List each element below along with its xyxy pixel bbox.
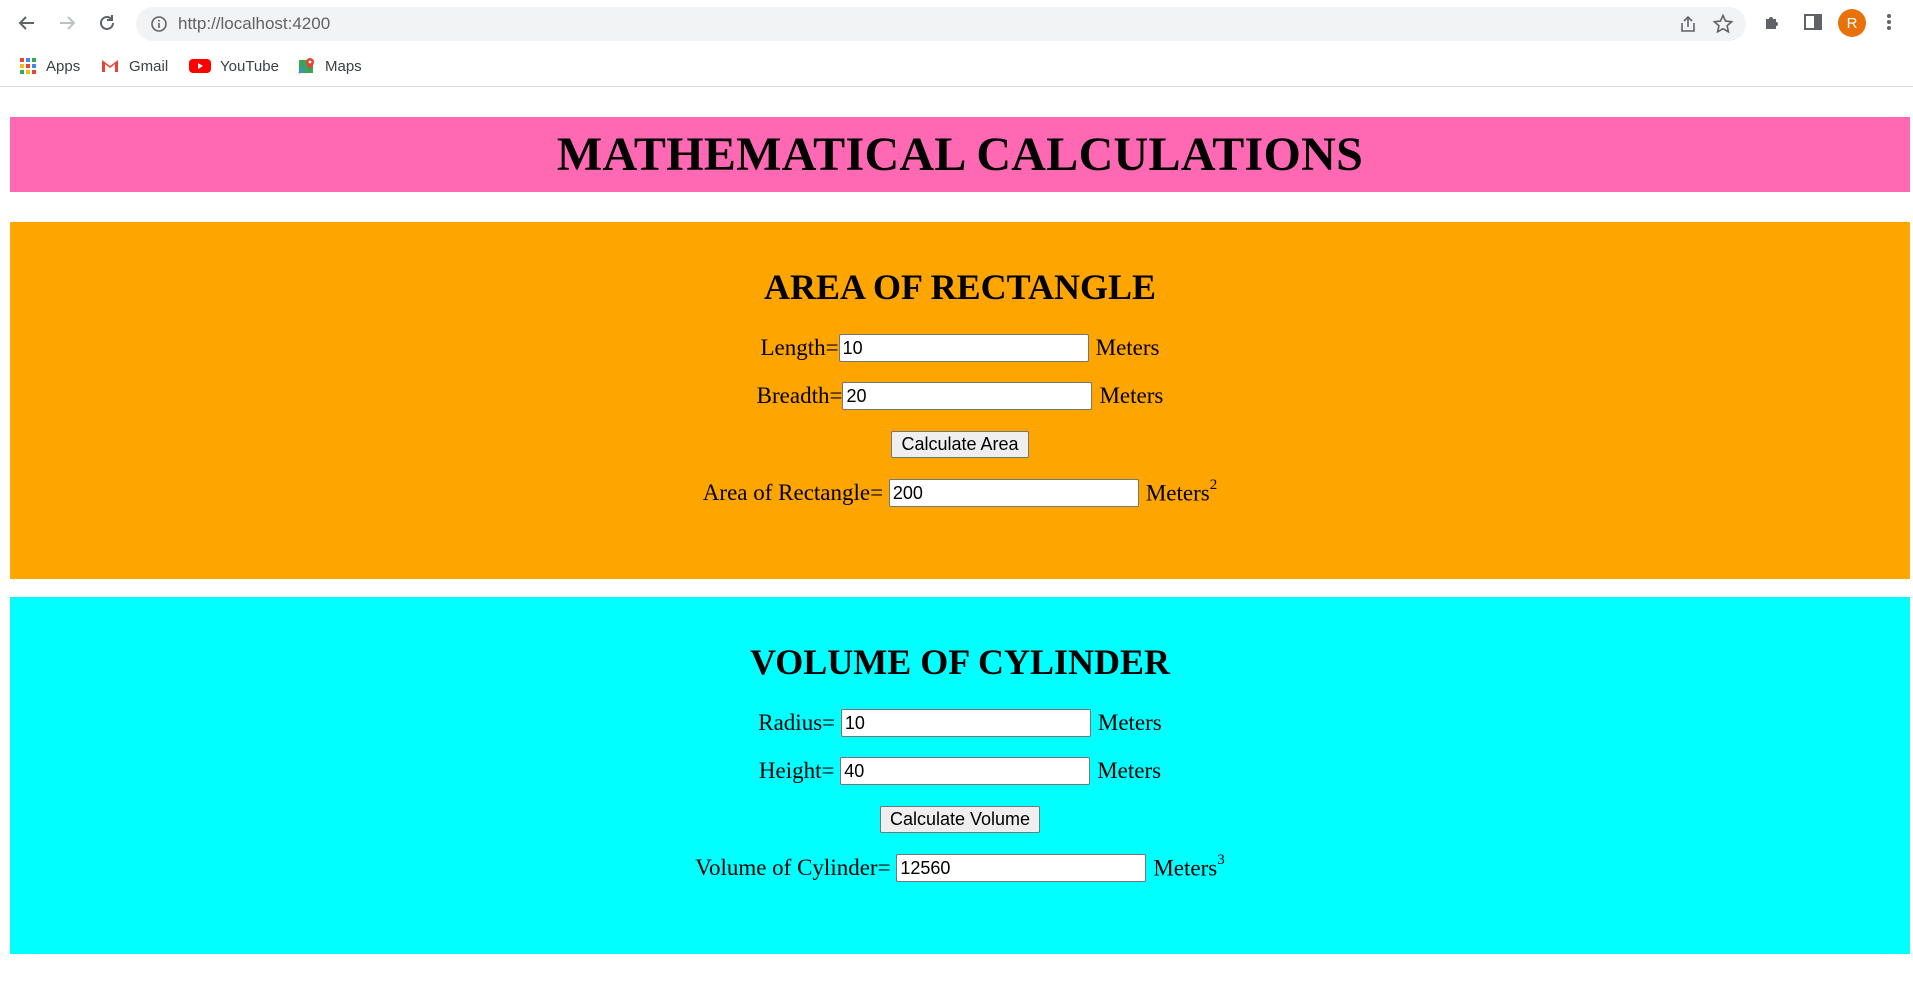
area-result-label: Area of Rectangle= xyxy=(702,480,884,505)
breadth-unit: Meters xyxy=(1099,383,1164,408)
bookmark-label: Gmail xyxy=(129,57,169,75)
calculate-area-row: Calculate Area xyxy=(10,431,1910,458)
maps-pin-icon xyxy=(298,58,314,74)
volume-unit-text: Meters xyxy=(1153,855,1218,881)
bookmark-youtube[interactable]: YouTube xyxy=(189,54,279,78)
site-info-icon[interactable] xyxy=(150,15,168,38)
volume-result-row: Volume of Cylinder= Meters3 xyxy=(10,851,1910,882)
bookmark-apps[interactable]: Apps xyxy=(19,54,80,78)
reload-button[interactable] xyxy=(92,8,122,38)
cylinder-heading: VOLUME OF CYLINDER xyxy=(750,642,1170,682)
bookmark-maps[interactable]: Maps xyxy=(298,54,362,78)
bookmark-star-icon[interactable] xyxy=(1712,13,1734,40)
radius-label: Radius= xyxy=(758,710,836,735)
volume-result-unit: Meters3 xyxy=(1153,851,1225,882)
reload-icon xyxy=(100,15,114,30)
length-input[interactable] xyxy=(838,334,1089,362)
back-button[interactable] xyxy=(12,8,42,38)
forward-button[interactable] xyxy=(52,8,82,38)
area-result-input[interactable] xyxy=(888,479,1139,507)
bookmarks-bar: Apps Gmail YouTube Maps xyxy=(0,46,1913,87)
area-result-unit: Meters2 xyxy=(1145,476,1218,507)
height-row: Height= Meters xyxy=(10,757,1910,785)
page-title: MATHEMATICAL CALCULATIONS xyxy=(556,128,1364,181)
area-result-row: Area of Rectangle= Meters2 xyxy=(10,476,1910,507)
area-unit-exponent: 2 xyxy=(1209,476,1218,493)
breadth-label: Breadth= xyxy=(756,383,843,408)
length-row: Length= Meters xyxy=(10,334,1910,362)
breadth-input[interactable] xyxy=(842,382,1093,410)
rectangle-heading: AREA OF RECTANGLE xyxy=(763,267,1157,307)
height-input[interactable] xyxy=(840,757,1091,785)
breadth-row: Breadth= Meters xyxy=(10,382,1910,410)
height-unit: Meters xyxy=(1097,758,1162,783)
gmail-icon xyxy=(102,60,118,72)
bookmark-label: YouTube xyxy=(220,57,279,75)
url-text[interactable]: http://localhost:4200 xyxy=(178,14,330,34)
volume-unit-exponent: 3 xyxy=(1217,851,1225,868)
volume-result-label: Volume of Cylinder= xyxy=(695,855,891,880)
rectangle-section: AREA OF RECTANGLE Length= Meters Breadth… xyxy=(10,222,1910,579)
youtube-icon xyxy=(189,59,211,73)
calculate-volume-row: Calculate Volume xyxy=(10,806,1910,833)
bookmark-label: Maps xyxy=(325,57,362,75)
bookmark-label: Apps xyxy=(46,57,81,75)
length-unit: Meters xyxy=(1095,335,1160,360)
radius-unit: Meters xyxy=(1097,710,1162,735)
length-label: Length= xyxy=(760,335,839,360)
bookmark-gmail[interactable]: Gmail xyxy=(100,54,168,78)
calculate-area-button[interactable]: Calculate Area xyxy=(891,431,1029,458)
address-bar[interactable]: http://localhost:4200 xyxy=(136,7,1746,41)
volume-result-input[interactable] xyxy=(896,854,1147,882)
share-icon[interactable] xyxy=(1678,14,1698,39)
profile-avatar[interactable]: R xyxy=(1838,9,1866,37)
apps-grid-icon xyxy=(20,58,36,74)
menu-kebab-icon[interactable] xyxy=(1884,11,1894,38)
extensions-puzzle-icon[interactable] xyxy=(1762,11,1784,38)
back-arrow-icon xyxy=(18,16,34,30)
radius-input[interactable] xyxy=(840,709,1091,737)
area-unit-text: Meters xyxy=(1145,480,1210,506)
cylinder-section: VOLUME OF CYLINDER Radius= Meters Height… xyxy=(10,597,1910,954)
page-header: MATHEMATICAL CALCULATIONS xyxy=(10,117,1910,192)
forward-arrow-icon xyxy=(60,16,76,30)
side-panel-icon[interactable] xyxy=(1802,11,1824,38)
calculate-volume-button[interactable]: Calculate Volume xyxy=(879,806,1041,833)
radius-row: Radius= Meters xyxy=(10,709,1910,737)
browser-toolbar: http://localhost:4200 R xyxy=(0,0,1913,46)
height-label: Height= xyxy=(758,758,835,783)
